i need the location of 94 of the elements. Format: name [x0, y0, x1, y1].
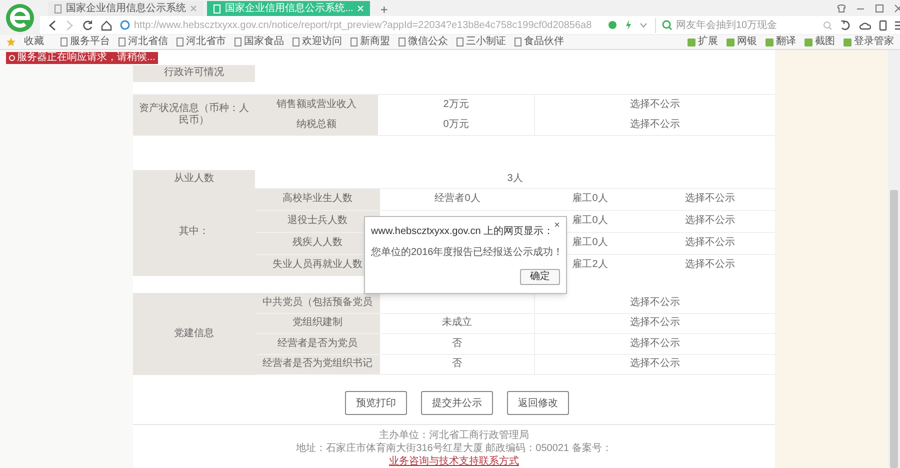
contact-link[interactable]: 业务咨询与技术支持联系方式	[389, 457, 519, 467]
bookmark-link[interactable]: 食品伙伴	[514, 37, 564, 47]
row-label: 高校毕业生人数	[255, 189, 380, 210]
page-icon[interactable]	[176, 37, 184, 47]
bookmark-link[interactable]: 微信公众	[398, 37, 448, 47]
toolbar-button[interactable]: 登录管家	[843, 37, 894, 47]
refresh-icon[interactable]	[82, 20, 93, 30]
lightning-icon[interactable]	[625, 20, 632, 30]
footer-text: 地址：石家庄市体育南大街316号红星大厦 邮政编码：050021 备案号：	[296, 444, 612, 454]
star-icon[interactable]	[6, 37, 16, 47]
tool-icon[interactable]	[765, 38, 774, 46]
globe-icon[interactable]	[120, 20, 130, 30]
page-icon[interactable]	[60, 37, 68, 47]
page-icon[interactable]	[398, 37, 406, 47]
caret-icon[interactable]	[640, 22, 647, 28]
row-label: 纳税总额	[255, 115, 378, 135]
table-cell: 3人	[507, 172, 523, 186]
toolbar-button[interactable]: 截图	[804, 37, 835, 47]
action-button[interactable]: 提交并公示	[421, 391, 493, 415]
table-cell: 选择不公示	[630, 296, 680, 309]
close-button[interactable]: ×	[554, 221, 560, 231]
table-cell: 经营者0人	[434, 193, 480, 206]
page-icon[interactable]	[118, 37, 126, 47]
home-icon[interactable]	[101, 20, 112, 30]
bookmark-link[interactable]: 欢迎访问	[292, 37, 342, 47]
row-label: 党建信息	[133, 293, 255, 375]
page-icon[interactable]	[514, 37, 522, 47]
tool-icon[interactable]	[687, 38, 696, 46]
table-cell: 2万元	[443, 98, 469, 112]
search-icon[interactable]	[662, 20, 672, 30]
new-tab-button[interactable]: +	[374, 3, 394, 16]
table-cell: 雇工0人	[572, 193, 608, 206]
row-label: 其中：	[133, 188, 255, 276]
row-label: 经营者是否为党员	[255, 334, 380, 354]
page-icon[interactable]	[292, 37, 300, 47]
tab-title: 国家企业信用信息公示系统...	[225, 4, 354, 14]
info-icon[interactable]	[9, 55, 15, 61]
back-icon[interactable]	[48, 20, 57, 30]
row-label: 党组织建制	[255, 314, 380, 333]
table-cell: 选择不公示	[685, 215, 735, 228]
table-cell: 选择不公示	[685, 237, 735, 250]
bookmark-link[interactable]: 新商盟	[350, 37, 390, 47]
bookmark-link[interactable]: 三小制证	[456, 37, 506, 47]
table-cell: 0万元	[443, 118, 469, 132]
row-label: 销售额或营业收入	[255, 95, 378, 115]
table-cell: 选择不公示	[630, 358, 680, 370]
tool-icon[interactable]	[726, 38, 735, 46]
table-cell: 选择不公示	[630, 98, 680, 112]
shirt-icon[interactable]	[837, 4, 846, 13]
table-cell: 未成立	[442, 317, 472, 330]
browser-tab[interactable]: 国家企业信用信息公示系统	[48, 1, 203, 16]
toolbar-button[interactable]: 网银	[726, 37, 757, 47]
ok-button[interactable]: 确定	[520, 269, 560, 285]
row-label: 行政许可情况	[133, 65, 255, 82]
close-icon[interactable]	[190, 5, 197, 12]
page-icon[interactable]	[234, 37, 242, 47]
row-label: 资产状况信息（币种：人民币）	[133, 95, 255, 135]
row-label: 从业人数	[133, 170, 255, 188]
phone-icon[interactable]	[879, 20, 887, 30]
footer-text: 主办单位：河北省工商行政管理局	[379, 431, 529, 441]
tool-icon[interactable]	[804, 38, 813, 46]
search-icon[interactable]	[823, 20, 832, 30]
table-cell: 雇工0人	[572, 237, 608, 250]
table-cell: 选择不公示	[630, 317, 680, 330]
favorites-button[interactable]: 收藏	[24, 37, 44, 47]
scrollbar-thumb[interactable]	[890, 190, 898, 468]
maximize-icon[interactable]	[875, 4, 884, 13]
search-field[interactable]: 网友年会抽到10万现金	[655, 18, 815, 32]
toolbar-button[interactable]: 翻译	[765, 37, 796, 47]
row-label: 经营者是否为党组织书记	[255, 354, 380, 374]
undo-icon[interactable]	[840, 20, 851, 30]
page-icon[interactable]	[456, 37, 464, 47]
bookmark-link[interactable]: 河北省信	[118, 37, 168, 47]
table-cell: 选择不公示	[630, 118, 680, 132]
bookmark-link[interactable]: 服务平台	[60, 37, 110, 47]
table-cell: 否	[452, 358, 462, 370]
table-cell: 选择不公示	[685, 193, 735, 206]
tool-icon[interactable]	[843, 38, 852, 46]
notification-text: 服务器正在响应请求，请稍候...	[17, 53, 156, 63]
page-icon[interactable]	[350, 37, 358, 47]
action-button[interactable]: 返回修改	[507, 391, 569, 415]
table-cell: 否	[452, 338, 462, 350]
table-cell: 雇工2人	[572, 259, 608, 272]
page-icon[interactable]	[54, 4, 62, 14]
bookmark-link[interactable]: 河北省市	[176, 37, 226, 47]
table-cell: 选择不公示	[630, 338, 680, 350]
action-button[interactable]: 预览打印	[345, 391, 407, 415]
tab-title: 国家企业信用信息公示系统	[66, 4, 186, 14]
table-cell: 选择不公示	[685, 259, 735, 272]
table-cell: 雇工0人	[572, 215, 608, 228]
toolbar-button[interactable]: 扩展	[687, 37, 718, 47]
row-label: 中共党员（包括预备党员	[255, 293, 380, 312]
bookmark-link[interactable]: 国家食品	[234, 37, 284, 47]
cloud-icon[interactable]	[859, 20, 871, 30]
